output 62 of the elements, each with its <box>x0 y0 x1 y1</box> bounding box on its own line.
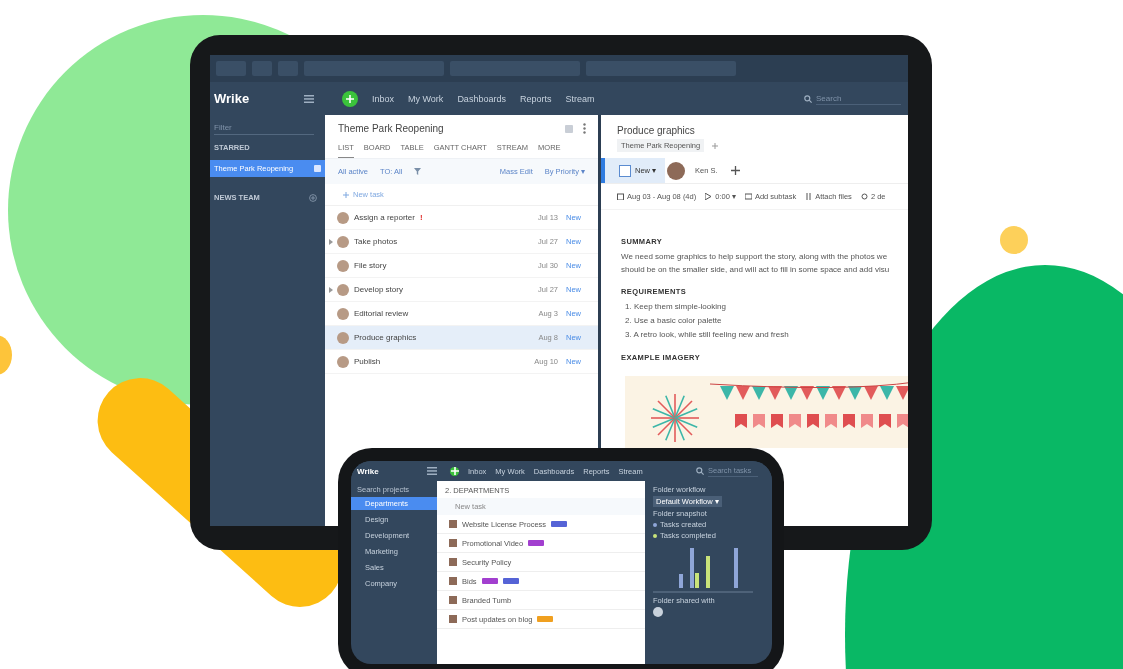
description-text: should be on the smaller side, and will act to fill in some space and add visu <box>621 264 888 276</box>
requirement-item: 2. Use a basic color palette <box>624 315 723 327</box>
task-name: File story <box>354 261 387 270</box>
plus-icon <box>343 191 349 198</box>
search-icon <box>804 94 812 103</box>
description-text: We need some graphics to help support the story, along with the photos we <box>621 251 888 263</box>
search-field[interactable]: Search <box>804 92 904 105</box>
avatar-icon <box>449 558 457 566</box>
requirement-item: 1. Keep them simple-looking <box>624 301 727 313</box>
avatar-icon <box>449 615 457 623</box>
avatar-icon <box>449 539 457 547</box>
task-title: Produce graphics <box>616 124 696 138</box>
add-folder-icon <box>712 142 719 149</box>
task-name: Take photos <box>354 237 398 246</box>
avatar-icon <box>449 596 457 604</box>
app-logo: Wrike <box>357 466 379 476</box>
calendar-icon <box>617 193 624 200</box>
nav-link[interactable]: Dashboards <box>457 93 506 104</box>
filter-icon <box>414 168 422 175</box>
plus-icon <box>346 94 354 103</box>
avatar-icon <box>337 355 349 368</box>
add-assignee-icon <box>730 166 740 175</box>
play-icon <box>705 193 713 200</box>
menu-icon <box>427 467 437 475</box>
checkbox-icon <box>619 164 631 177</box>
avatar-icon <box>337 331 349 344</box>
task-name: Editorial review <box>354 309 409 318</box>
filter-field[interactable]: Filter <box>214 121 314 135</box>
task-name: Develop story <box>354 285 403 294</box>
task-name: Produce graphics <box>354 333 417 342</box>
link-icon <box>860 193 868 200</box>
task-name: Assign a reporter <box>354 213 415 222</box>
add-button[interactable] <box>342 90 358 107</box>
avatar-icon <box>449 520 457 528</box>
avatar-icon <box>337 259 349 272</box>
add-button[interactable] <box>450 466 459 476</box>
app-logo: Wrike <box>214 91 250 106</box>
paperclip-icon <box>805 193 813 200</box>
avatar-icon <box>667 161 686 180</box>
nav-link[interactable]: Reports <box>519 93 552 104</box>
more-icon <box>583 123 586 134</box>
add-circle-icon <box>309 193 317 202</box>
folder-title: Theme Park Reopening <box>338 123 445 134</box>
avatar-icon <box>337 211 349 224</box>
avatar-icon <box>337 307 349 320</box>
grid-icon <box>565 124 573 133</box>
nav-link[interactable]: Inbox <box>372 93 395 104</box>
avatar-icon <box>653 607 663 617</box>
folder-icon <box>314 165 321 172</box>
task-name: Publish <box>354 357 381 366</box>
subtask-icon <box>744 193 752 200</box>
avatar-icon <box>449 577 457 585</box>
nav-link[interactable]: My Work <box>408 93 444 104</box>
nav-link[interactable]: Stream <box>565 93 595 104</box>
priority-mark: ! <box>419 213 423 222</box>
avatar-icon <box>337 235 349 248</box>
background-dot <box>1000 226 1028 254</box>
menu-icon <box>304 94 314 103</box>
search-icon <box>696 467 704 475</box>
avatar-icon <box>337 283 349 296</box>
requirement-item: 3. A retro look, while still feeling new and fresh <box>624 329 790 341</box>
plus-icon <box>450 467 459 475</box>
